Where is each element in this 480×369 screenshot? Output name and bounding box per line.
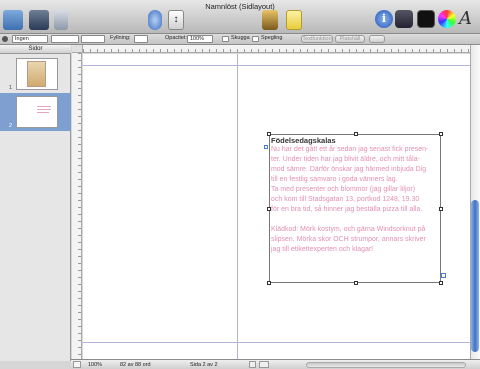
comment-icon[interactable]	[286, 10, 302, 30]
horizontal-ruler[interactable]	[83, 45, 470, 53]
body-line: till en festlig samvaro i goda vänners l…	[271, 176, 398, 183]
page-thumbnail-row-selected[interactable]: 2	[0, 93, 71, 131]
resize-handle[interactable]	[354, 281, 358, 285]
stroke-select[interactable]	[51, 35, 79, 43]
fonts-icon[interactable]: A	[459, 10, 477, 28]
margin-guide	[83, 342, 470, 343]
document-canvas[interactable]: Födelsedagskalas Nu har det gått ett år …	[83, 54, 470, 359]
shadow-label: Skugga	[231, 35, 250, 41]
link-handle-out[interactable]	[441, 273, 446, 278]
vertical-ruler[interactable]	[72, 53, 82, 359]
page-thumbnail[interactable]	[16, 96, 58, 128]
scrollbar-thumb[interactable]	[471, 200, 479, 352]
gear-icon[interactable]	[259, 361, 269, 368]
body-line: mod sämre. Därför önskar jag härmed inbj…	[271, 166, 427, 173]
style-select[interactable]: Ingen	[12, 35, 48, 43]
thumbnail-text	[37, 112, 49, 113]
opacity-label: Opacitet:	[165, 35, 188, 41]
body-line: ter. Under tiden har jag blivit äldre, o…	[271, 156, 420, 163]
stroke-width-field[interactable]	[81, 35, 105, 43]
resize-handle[interactable]	[439, 207, 443, 211]
media-icon[interactable]	[395, 10, 413, 28]
body-line: Nu har det gått ett år sedan jag senast …	[271, 146, 429, 153]
page-nav-icon[interactable]	[249, 361, 256, 368]
text-box[interactable]: Födelsedagskalas Nu har det gått ett år …	[267, 132, 446, 285]
format-bar: Ingen Fyllning: Opacitet: 100% Skugga Sp…	[0, 34, 480, 45]
insert-icon[interactable]: ↕	[168, 10, 184, 30]
adjust-image-icon[interactable]	[417, 10, 435, 28]
horizontal-scrollbar[interactable]	[306, 362, 466, 368]
page-sidebar: Sidor 1 2	[0, 45, 71, 361]
inspector-icon[interactable]: i	[375, 10, 393, 28]
app-window: Namnlöst (Sidlayout) ↕ i A Ingen Fyllnin…	[0, 0, 480, 369]
pen-icon[interactable]	[369, 35, 385, 43]
fill-color-well[interactable]	[134, 35, 148, 43]
status-bar: 100% 82 av 88 ord Sida 2 av 2	[71, 359, 480, 369]
body-line: och kom till Stadsgatan 13, portkod 1248…	[271, 196, 420, 203]
reflection-label: Spegling	[261, 35, 283, 41]
sections-icon[interactable]	[29, 10, 49, 30]
sidebar-header: Sidor	[0, 45, 71, 54]
placeholder-button[interactable]: Platshåll	[335, 35, 365, 43]
colors-icon[interactable]	[438, 10, 456, 28]
shadow-checkbox[interactable]	[222, 36, 229, 42]
text-box-icon[interactable]	[148, 10, 162, 30]
resize-handle[interactable]	[439, 132, 443, 136]
zoom-value[interactable]: 100%	[88, 362, 102, 368]
thumbnail-text	[37, 109, 51, 110]
thumbnail-picture	[27, 61, 46, 87]
resize-handle[interactable]	[354, 132, 358, 136]
fill-label: Fyllning:	[110, 35, 131, 41]
toolbar: Namnlöst (Sidlayout) ↕ i A	[0, 0, 480, 34]
reflection-checkbox[interactable]	[252, 36, 259, 42]
gear-icon[interactable]	[2, 36, 8, 42]
resize-handle[interactable]	[267, 281, 271, 285]
page-number: 1	[9, 85, 13, 91]
page-thumbnail-row[interactable]: 1	[0, 55, 71, 93]
body-line: för en bra tid, så hinner jag beställa p…	[271, 206, 423, 213]
columns-icon[interactable]	[54, 10, 68, 30]
view-icon[interactable]	[3, 10, 23, 30]
body-line: jag till etikettexperten och klagar!	[271, 246, 374, 253]
word-count: 82 av 88 ord	[120, 362, 151, 368]
ruler-corner	[72, 45, 83, 53]
table-icon[interactable]	[262, 10, 278, 30]
document-heading: Födelsedagskalas	[271, 136, 336, 145]
margin-guide	[83, 65, 470, 66]
resize-handle[interactable]	[439, 281, 443, 285]
text-function-button[interactable]: Textfunktion	[301, 35, 333, 43]
sidebar-toggle-icon[interactable]	[73, 361, 81, 368]
body-line: slipsen. Mörka skor OCH strumpor, annars…	[271, 236, 426, 243]
page-info: Sida 2 av 2	[190, 362, 218, 368]
page-number: 2	[9, 123, 13, 129]
column-guide	[237, 54, 238, 359]
thumbnail-text	[37, 106, 51, 107]
opacity-field[interactable]: 100%	[187, 35, 213, 43]
body-line: Klädkod: Mörk kostym, och gärna Windsork…	[271, 226, 426, 233]
link-handle-in[interactable]	[264, 145, 268, 149]
page-thumbnail[interactable]	[16, 58, 58, 90]
body-line: Ta med presenter och blommor (jag gillar…	[271, 186, 416, 193]
